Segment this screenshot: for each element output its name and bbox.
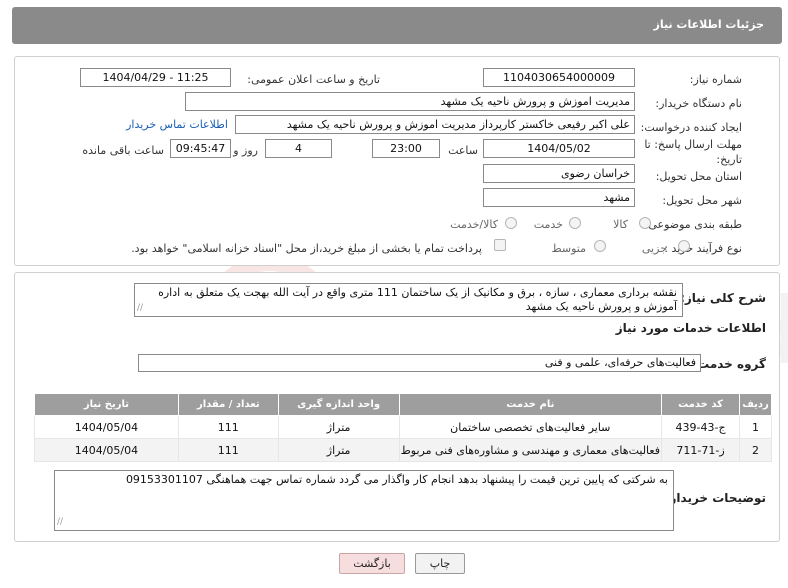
deadline-time-field: 23:00: [372, 139, 440, 158]
need-number-field: 1104030654000009: [483, 68, 635, 87]
quantity-cell: 111: [177, 438, 279, 462]
unit-cell: متراژ: [277, 415, 400, 439]
deadline-label: مهلت ارسال پاسخ: تا تاریخ:: [644, 138, 742, 166]
print-button[interactable]: چاپ: [415, 553, 465, 574]
creator-field: علی اکبر رفیعی خاکستر کارپرداز مدیریت ام…: [235, 115, 635, 134]
services-table-header: ردیف کد خدمت نام خدمت واحد اندازه گیری ت…: [34, 393, 772, 416]
city-field: مشهد: [483, 188, 635, 207]
col-need-date: تاریخ نیاز: [34, 393, 179, 416]
category-option-goods: کالا: [613, 218, 628, 231]
announce-date-field: 1404/04/29 - 11:25: [80, 68, 231, 87]
province-field: خراسان رضوی: [483, 164, 635, 183]
need-date-cell: 1404/05/04: [34, 438, 179, 462]
treasury-payment-note: پرداخت تمام یا بخشی از مبلغ خرید،از محل …: [131, 242, 482, 255]
col-service-code: کد خدمت: [661, 393, 741, 416]
category-option-service: خدمت: [533, 218, 563, 231]
row-number-cell: 1: [739, 415, 772, 439]
back-button[interactable]: بازگشت: [339, 553, 405, 574]
col-service-name: نام خدمت: [398, 393, 663, 416]
province-label: استان محل تحویل:: [655, 170, 742, 183]
resize-grip-icon[interactable]: ∕∕: [57, 515, 63, 529]
buyer-notes-label: توضیحات خریدار:: [664, 491, 766, 505]
process-radio-medium[interactable]: [594, 240, 606, 252]
category-radio-service[interactable]: [569, 217, 581, 229]
category-label: طبقه بندی موضوعی:: [644, 218, 742, 231]
need-date-cell: 1404/05/04: [34, 415, 179, 439]
col-row-number: ردیف: [739, 393, 772, 416]
buyer-notes-textarea[interactable]: به شرکتی که پایین ترین قیمت را پیشنهاد ب…: [54, 470, 674, 531]
remaining-time-field: 09:45:47: [170, 139, 231, 158]
process-option-minor: جزیی: [641, 242, 667, 255]
row-number-cell: 2: [739, 438, 772, 462]
process-radio-minor[interactable]: [678, 240, 690, 252]
col-unit: واحد اندازه گیری: [277, 393, 400, 416]
service-code-cell: ج-43-439: [661, 415, 741, 439]
buyer-notes-text: به شرکتی که پایین ترین قیمت را پیشنهاد ب…: [125, 473, 668, 486]
service-name-cell: سایر فعالیت‌های تخصصی ساختمان: [398, 415, 663, 439]
service-group-label: گروه خدمت:: [692, 357, 766, 371]
col-quantity: تعداد / مقدار: [177, 393, 279, 416]
resize-grip-icon[interactable]: ∕∕: [137, 301, 143, 315]
deadline-time-label: ساعت: [448, 144, 478, 157]
summary-textarea[interactable]: نقشه برداری معماری ، سازه ، برق و مکانیک…: [134, 283, 683, 317]
announce-date-label: تاریخ و ساعت اعلان عمومی:: [247, 73, 380, 86]
days-remaining-field: 4: [265, 139, 332, 158]
deadline-date-field: 1404/05/02: [483, 139, 635, 158]
days-label: روز و: [233, 144, 258, 157]
page-header: جزئیات اطلاعات نیاز: [12, 7, 782, 44]
page-title: جزئیات اطلاعات نیاز: [653, 18, 765, 31]
process-type-label: نوع فرآیند خرید :: [664, 242, 742, 255]
services-table: ردیف کد خدمت نام خدمت واحد اندازه گیری ت…: [34, 393, 772, 462]
need-number-label: شماره نیاز:: [689, 73, 742, 86]
table-row: 2 ز-71-711 فعالیت‌های معماری و مهندسی و …: [34, 438, 772, 462]
buyer-org-label: نام دستگاه خریدار:: [655, 97, 742, 110]
city-label: شهر محل تحویل:: [662, 194, 742, 207]
creator-label: ایجاد کننده درخواست:: [640, 121, 742, 134]
treasury-payment-checkbox[interactable]: [494, 239, 506, 251]
page: AriaTender.neT جزئیات اطلاعات نیاز شماره…: [0, 0, 788, 588]
service-group-field: فعالیت‌های حرفه‌ای، علمی و فنی: [138, 354, 701, 372]
category-radio-goods[interactable]: [639, 217, 651, 229]
service-code-cell: ز-71-711: [661, 438, 741, 462]
summary-label: شرح کلی نیاز:: [680, 291, 766, 305]
quantity-cell: 111: [177, 415, 279, 439]
table-row: 1 ج-43-439 سایر فعالیت‌های تخصصی ساختمان…: [34, 415, 772, 439]
service-name-cell: فعالیت‌های معماری و مهندسی و مشاوره‌های …: [398, 438, 663, 462]
unit-cell: متراژ: [277, 438, 400, 462]
remaining-time-label: ساعت باقی مانده: [82, 144, 164, 157]
services-section-title: اطلاعات خدمات مورد نیاز: [615, 321, 766, 335]
buyer-contact-link[interactable]: اطلاعات تماس خریدار: [126, 118, 228, 131]
category-radio-goods-service[interactable]: [505, 217, 517, 229]
summary-text: نقشه برداری معماری ، سازه ، برق و مکانیک…: [158, 286, 677, 313]
buyer-org-field: مدیریت اموزش و پرورش ناحیه یک مشهد: [185, 92, 635, 111]
category-option-goods-service: کالا/خدمت: [450, 218, 498, 231]
process-option-medium: متوسط: [551, 242, 586, 255]
